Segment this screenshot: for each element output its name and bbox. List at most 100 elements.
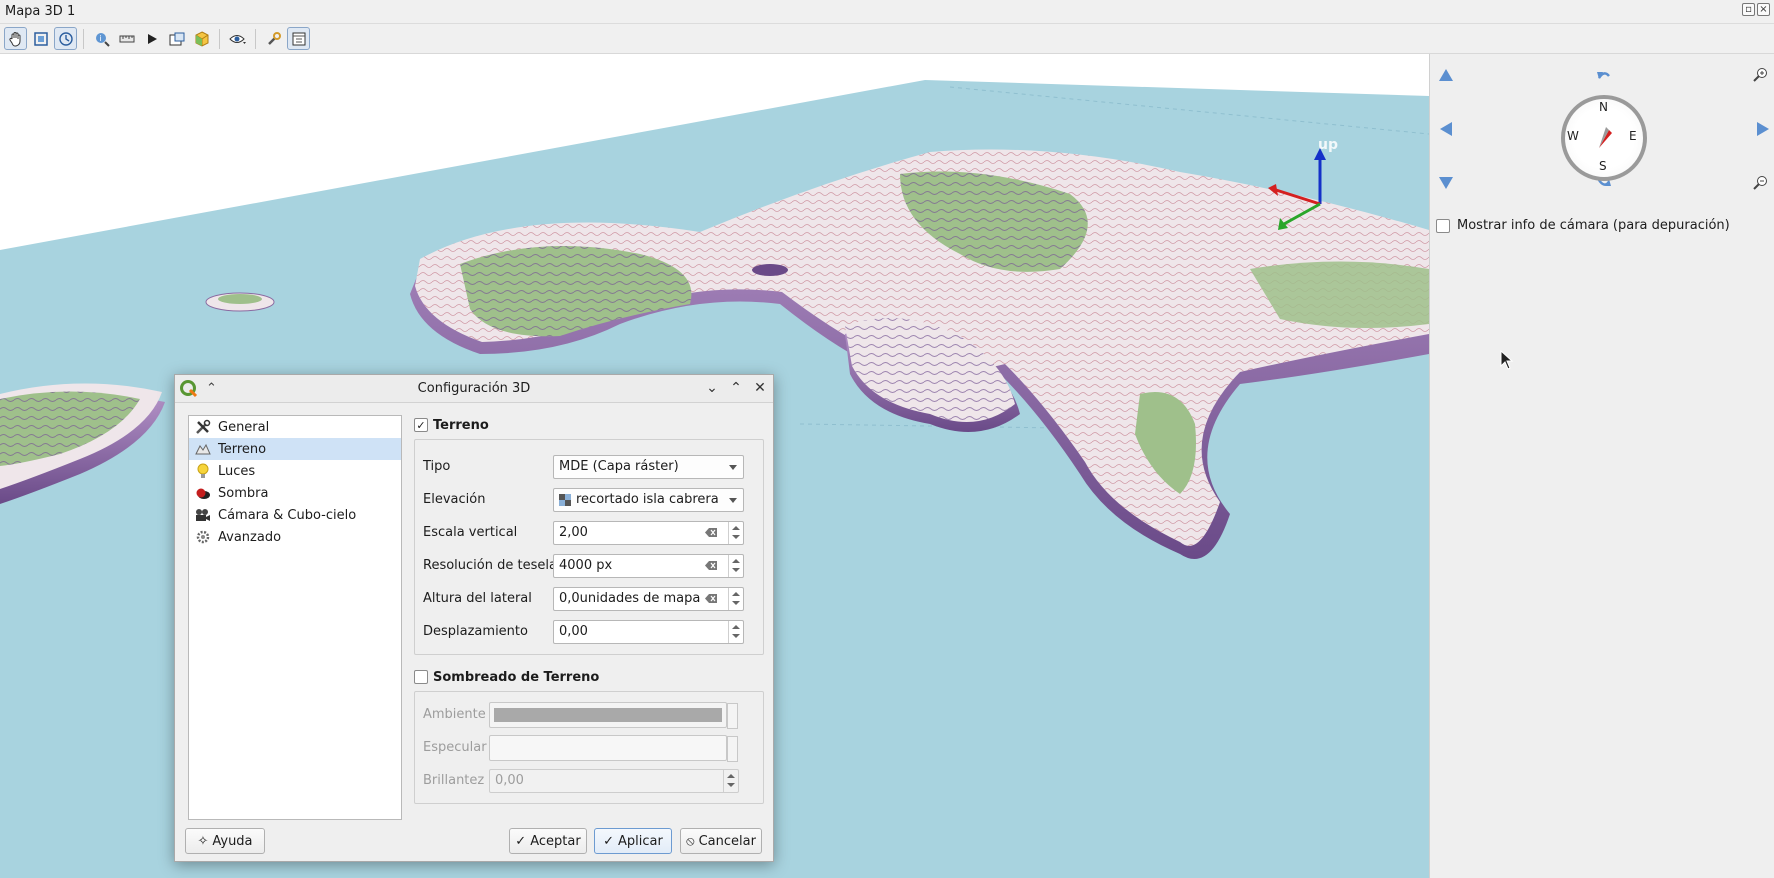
altura-row: Altura del lateral 0,0unidades de mapa [423,582,755,615]
clear-icon[interactable] [705,593,718,604]
nav-item-camara[interactable]: Cámara & Cubo-cielo [189,504,401,526]
resolucion-label: Resolución de tesela [423,558,557,573]
camera-info-label: Mostrar info de cámara (para depuración) [1457,218,1730,233]
shadow-icon [194,485,212,501]
brillantez-row: Brillantez 0,00 [423,764,755,797]
ambiente-color-button[interactable] [489,701,738,729]
maximize-dialog-button[interactable]: ⌃ [728,380,744,396]
svg-text:i: i [99,34,101,43]
restore-window-button[interactable]: ▫ [1742,3,1755,16]
minimize-dialog-button[interactable]: ⌄ [704,380,720,396]
tools-icon [194,419,212,435]
help-button[interactable]: ✧ Ayuda [185,828,265,854]
mouse-cursor-icon [1500,349,1514,374]
zoom-out-icon[interactable] [1751,174,1769,192]
settings-nav-list: General Terreno Luces Sombra Cámara & Cu… [188,415,402,820]
escala-label: Escala vertical [423,525,518,540]
raster-layer-icon [559,493,571,506]
zoom-in-icon[interactable] [1751,66,1769,84]
resolucion-row: Resolución de tesela 4000 px [423,549,755,582]
chevron-down-icon [729,497,737,503]
measure-icon[interactable] [115,27,138,50]
cancel-icon: ⦸ [686,833,695,849]
nav-item-general[interactable]: General [189,416,401,438]
shading-section-header[interactable]: Sombreado de Terreno [414,667,764,687]
shading-group: Ambiente Especular Brillantez 0,00 [414,691,764,804]
dialog-title: Configuración 3D [417,381,531,396]
brillantez-label: Brillantez [423,773,485,788]
cancel-button[interactable]: ⦸ Cancelar [680,828,762,854]
accept-button[interactable]: ✓ Aceptar [509,828,587,854]
layers-3d-icon[interactable] [190,27,213,50]
animation-play-icon[interactable] [140,27,163,50]
camera-icon [194,507,212,523]
elevacion-select[interactable]: recortado isla cabrera [553,487,744,512]
desplazamiento-label: Desplazamiento [423,624,528,639]
spin-stepper[interactable] [728,587,743,610]
shading-enabled-checkbox[interactable] [414,670,428,684]
camera-info-checkbox[interactable] [1436,218,1450,233]
camera-info-toggle[interactable]: Mostrar info de cámara (para depuración) [1436,218,1730,233]
spin-stepper[interactable] [723,769,738,792]
nav-item-sombra[interactable]: Sombra [189,482,401,504]
move-down-icon[interactable] [1437,174,1455,192]
escala-vertical-input[interactable]: 2,00 [553,520,744,545]
move-up-icon[interactable] [1437,66,1455,84]
tipo-label: Tipo [423,459,451,474]
elevacion-label: Elevación [423,492,486,507]
help-icon: ✧ [197,833,209,849]
tipo-select[interactable]: MDE (Capa ráster) [553,454,744,479]
escala-row: Escala vertical 2,00 [423,516,755,549]
nav-item-avanzado[interactable]: Avanzado [189,526,401,548]
close-window-button[interactable]: × [1757,3,1770,16]
nav-item-luces[interactable]: Luces [189,460,401,482]
pan-icon[interactable] [4,27,27,50]
export-icon[interactable] [165,27,188,50]
config-3d-dialog: ⌃ Configuración 3D ⌄ ⌃ ✕ General Terreno… [174,374,774,862]
settings-icon[interactable] [287,27,310,50]
resolucion-tesela-input[interactable]: 4000 px [553,553,744,578]
wrench-icon[interactable] [262,27,285,50]
especular-label: Especular [423,740,487,755]
clear-icon[interactable] [705,527,718,538]
lightbulb-icon [194,463,212,479]
spin-stepper[interactable] [728,620,743,643]
visibility-icon[interactable] [226,27,249,50]
ambiente-row: Ambiente [423,698,755,731]
rotate-up-icon[interactable] [1595,66,1613,84]
move-left-icon[interactable] [1437,120,1455,138]
spin-stepper[interactable] [728,554,743,577]
zoom-full-icon[interactable] [29,27,52,50]
desplazamiento-input[interactable]: 0,00 [553,619,744,644]
compass-dial[interactable]: N S E W [1561,95,1647,181]
terrain-enabled-checkbox[interactable]: ✓ [414,418,428,432]
identify-icon[interactable]: i [90,27,113,50]
check-icon: ✓ [515,833,527,849]
clear-icon[interactable] [705,560,718,571]
brillantez-input[interactable]: 0,00 [489,768,739,793]
apply-button[interactable]: ✓ Aplicar [594,828,672,854]
dialog-titlebar: ⌃ Configuración 3D ⌄ ⌃ ✕ [175,375,773,403]
ambiente-label: Ambiente [423,707,486,722]
terrain-group: Tipo MDE (Capa ráster) Elevación recorta… [414,439,764,655]
toolbar: i [0,24,1774,54]
terrain-settings-pane: ✓ Terreno Tipo MDE (Capa ráster) Elevaci… [414,415,764,804]
nav-item-terreno[interactable]: Terreno [189,438,401,460]
move-right-icon[interactable] [1754,120,1772,138]
camera-view-icon[interactable] [54,27,77,50]
desplazamiento-row: Desplazamiento 0,00 [423,615,755,648]
gear-icon [194,529,212,545]
close-dialog-button[interactable]: ✕ [752,380,768,396]
terrain-section-header[interactable]: ✓ Terreno [414,415,764,435]
altura-label: Altura del lateral [423,591,532,606]
especular-color-button[interactable] [489,734,738,762]
compass-needle-icon [1599,127,1612,148]
spin-stepper[interactable] [728,521,743,544]
navigation-panel: N S E W Mostrar info de cámara (para dep… [1429,54,1774,878]
elevacion-row: Elevación recortado isla cabrera [423,483,755,516]
chevron-down-icon [729,464,737,470]
check-icon: ✓ [603,833,615,849]
especular-row: Especular [423,731,755,764]
axis-up-label: up [1318,137,1338,153]
altura-lateral-input[interactable]: 0,0unidades de mapa [553,586,744,611]
